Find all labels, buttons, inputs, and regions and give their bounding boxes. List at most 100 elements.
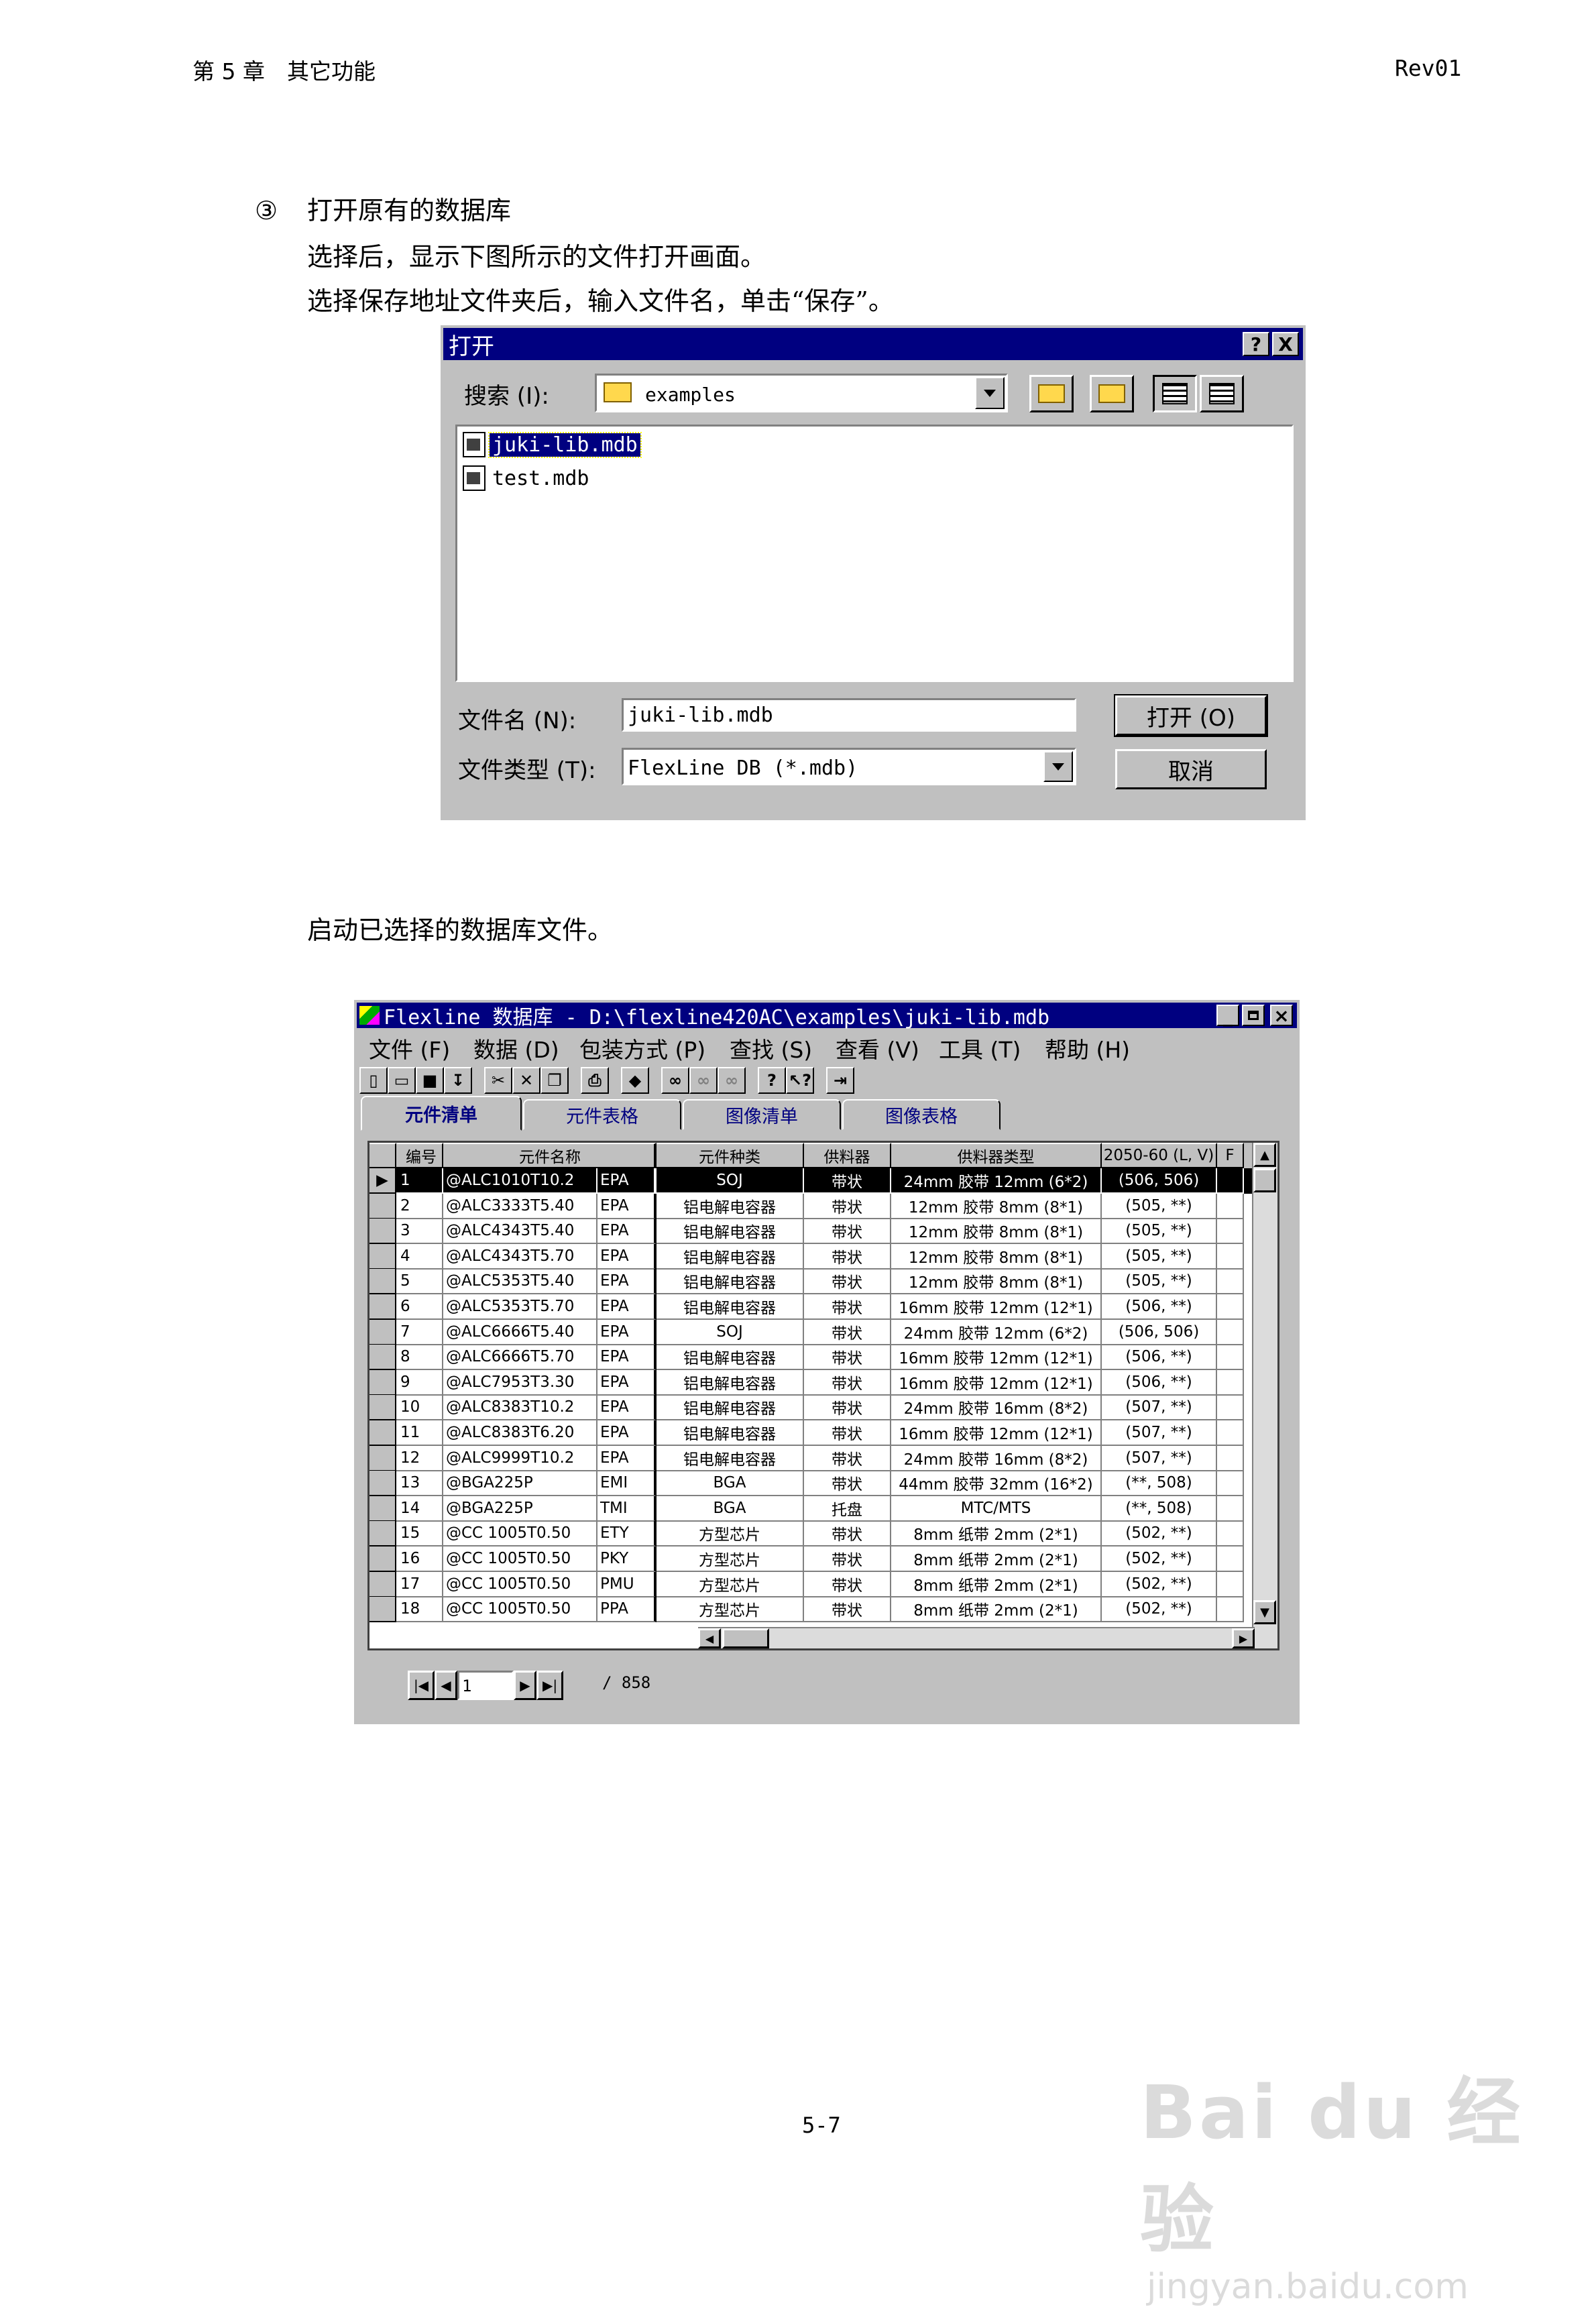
cell-component-type[interactable]: SOJ: [657, 1168, 804, 1194]
cell-feeder-type[interactable]: 16mm 胶带 12mm (12*1): [891, 1345, 1102, 1371]
cell-f[interactable]: [1217, 1168, 1244, 1194]
cell-position[interactable]: (502, **): [1102, 1546, 1217, 1572]
cell-package[interactable]: PKY: [597, 1546, 657, 1572]
cell-package[interactable]: EPA: [597, 1395, 657, 1421]
cell-component-type[interactable]: BGA: [657, 1496, 804, 1522]
cell-feeder[interactable]: 托盘: [804, 1496, 891, 1522]
cell-feeder-type[interactable]: 12mm 胶带 8mm (8*1): [891, 1243, 1102, 1270]
header-component-name[interactable]: 元件名称: [443, 1143, 657, 1168]
row-selector[interactable]: [369, 1445, 396, 1471]
close-button[interactable]: X: [1272, 332, 1299, 356]
cell-component-name[interactable]: @BGA225P: [443, 1471, 597, 1497]
row-selector[interactable]: [369, 1496, 396, 1522]
cell-feeder[interactable]: 带状: [804, 1521, 891, 1547]
table-row[interactable]: 7 @ALC6666T5.40 EPA SOJ 带状 24mm 胶带 12mm (6*2)…: [369, 1319, 1253, 1345]
maximize-button[interactable]: [1242, 1005, 1265, 1026]
cell-component-type[interactable]: 铝电解电容器: [657, 1420, 804, 1446]
row-selector[interactable]: [369, 1546, 396, 1572]
row-selector[interactable]: [369, 1369, 396, 1396]
row-selector[interactable]: [369, 1193, 396, 1219]
cell-package[interactable]: EPA: [597, 1193, 657, 1219]
tab-component-list[interactable]: 元件清单: [361, 1096, 522, 1131]
cell-component-name[interactable]: @ALC4343T5.40: [443, 1219, 597, 1245]
cell-f[interactable]: [1217, 1269, 1244, 1295]
find-prev-button[interactable]: ∞: [718, 1067, 746, 1094]
cell-component-type[interactable]: 铝电解电容器: [657, 1269, 804, 1295]
cell-feeder[interactable]: 带状: [804, 1345, 891, 1371]
cell-package[interactable]: EPA: [597, 1445, 657, 1471]
row-selector[interactable]: [369, 1319, 396, 1345]
cell-component-type[interactable]: 铝电解电容器: [657, 1294, 804, 1320]
table-row[interactable]: 8 @ALC6666T5.70 EPA 铝电解电容器 带状 16mm 胶带 12mm (1…: [369, 1345, 1253, 1371]
cell-package[interactable]: TMI: [597, 1496, 657, 1522]
table-row[interactable]: 14 @BGA225P TMI BGA 托盘 MTC/MTS (**, 508): [369, 1496, 1253, 1522]
cell-component-name[interactable]: @ALC6666T5.40: [443, 1319, 597, 1345]
save-button[interactable]: ■: [416, 1067, 444, 1094]
look-in-combo[interactable]: examples: [595, 374, 1008, 412]
cell-package[interactable]: EPA: [597, 1168, 657, 1194]
cell-feeder[interactable]: 带状: [804, 1168, 891, 1194]
cell-position[interactable]: (505, **): [1102, 1219, 1217, 1245]
cell-feeder-type[interactable]: 8mm 纸带 2mm (2*1): [891, 1546, 1102, 1572]
header-position[interactable]: 2050-60 (L, V): [1102, 1143, 1217, 1168]
cell-f[interactable]: [1217, 1294, 1244, 1320]
new-folder-button[interactable]: [1090, 375, 1134, 412]
horizontal-scrollbar[interactable]: ◀ ▶: [698, 1627, 1255, 1648]
cell-position[interactable]: (502, **): [1102, 1521, 1217, 1547]
table-row[interactable]: ▶ 1 @ALC1010T10.2 EPA SOJ 带状 24mm 胶带 12mm (6*2…: [369, 1168, 1253, 1194]
cell-feeder-type[interactable]: 12mm 胶带 8mm (8*1): [891, 1269, 1102, 1295]
cell-feeder[interactable]: 带状: [804, 1445, 891, 1471]
tab-component-table[interactable]: 元件表格: [523, 1099, 681, 1130]
cell-component-name[interactable]: @ALC8383T10.2: [443, 1395, 597, 1421]
row-selector[interactable]: [369, 1471, 396, 1497]
cell-number[interactable]: 7: [396, 1319, 443, 1345]
cell-number[interactable]: 16: [396, 1546, 443, 1572]
cell-feeder-type[interactable]: 8mm 纸带 2mm (2*1): [891, 1597, 1102, 1623]
cell-feeder[interactable]: 带状: [804, 1471, 891, 1497]
cell-component-type[interactable]: 铝电解电容器: [657, 1345, 804, 1371]
cell-number[interactable]: 13: [396, 1471, 443, 1497]
cell-component-type[interactable]: 铝电解电容器: [657, 1395, 804, 1421]
row-selector[interactable]: [369, 1420, 396, 1446]
cell-component-type[interactable]: BGA: [657, 1471, 804, 1497]
cell-component-type[interactable]: SOJ: [657, 1319, 804, 1345]
cell-component-name[interactable]: @ALC6666T5.70: [443, 1345, 597, 1371]
menu-data[interactable]: 数据 (D): [473, 1032, 559, 1064]
cell-package[interactable]: EMI: [597, 1471, 657, 1497]
cell-component-name[interactable]: @ALC4343T5.70: [443, 1243, 597, 1270]
cell-feeder[interactable]: 带状: [804, 1193, 891, 1219]
cell-feeder-type[interactable]: 8mm 纸带 2mm (2*1): [891, 1571, 1102, 1597]
cell-package[interactable]: EPA: [597, 1294, 657, 1320]
header-number[interactable]: 编号: [396, 1143, 443, 1168]
cell-number[interactable]: 14: [396, 1496, 443, 1522]
cell-feeder[interactable]: 带状: [804, 1597, 891, 1623]
cell-feeder-type[interactable]: 8mm 纸带 2mm (2*1): [891, 1521, 1102, 1547]
cell-package[interactable]: EPA: [597, 1369, 657, 1396]
cell-number[interactable]: 11: [396, 1420, 443, 1446]
cell-f[interactable]: [1217, 1496, 1244, 1522]
cell-f[interactable]: [1217, 1219, 1244, 1245]
table-row[interactable]: 12 @ALC9999T10.2 EPA 铝电解电容器 带状 24mm 胶带 16mm (…: [369, 1445, 1253, 1471]
table-row[interactable]: 5 @ALC5353T5.40 EPA 铝电解电容器 带状 12mm 胶带 8mm (8*…: [369, 1269, 1253, 1295]
cell-package[interactable]: EPA: [597, 1319, 657, 1345]
minimize-button[interactable]: _: [1216, 1005, 1239, 1027]
cell-component-name[interactable]: @ALC7953T3.30: [443, 1369, 597, 1396]
cancel-button[interactable]: 取消: [1115, 749, 1267, 789]
cell-number[interactable]: 4: [396, 1243, 443, 1270]
prev-record-button[interactable]: ◀: [435, 1671, 457, 1700]
header-feeder[interactable]: 供料器: [804, 1143, 891, 1168]
row-selector[interactable]: [369, 1345, 396, 1371]
find-next-button[interactable]: ∞: [689, 1067, 718, 1094]
menu-search[interactable]: 查找 (S): [730, 1032, 812, 1064]
table-row[interactable]: 11 @ALC8383T6.20 EPA 铝电解电容器 带状 16mm 胶带 12mm (…: [369, 1420, 1253, 1446]
cell-package[interactable]: PMU: [597, 1571, 657, 1597]
filename-input[interactable]: [622, 698, 1076, 732]
cell-position[interactable]: (506, **): [1102, 1294, 1217, 1320]
menu-tools[interactable]: 工具 (T): [939, 1032, 1021, 1064]
cell-f[interactable]: [1217, 1369, 1244, 1396]
cell-position[interactable]: (506, 506): [1102, 1319, 1217, 1345]
hscroll-thumb[interactable]: [722, 1628, 769, 1648]
copy-button[interactable]: ❐: [540, 1067, 569, 1094]
cell-component-type[interactable]: 方型芯片: [657, 1597, 804, 1623]
cell-feeder-type[interactable]: 24mm 胶带 16mm (8*2): [891, 1445, 1102, 1471]
